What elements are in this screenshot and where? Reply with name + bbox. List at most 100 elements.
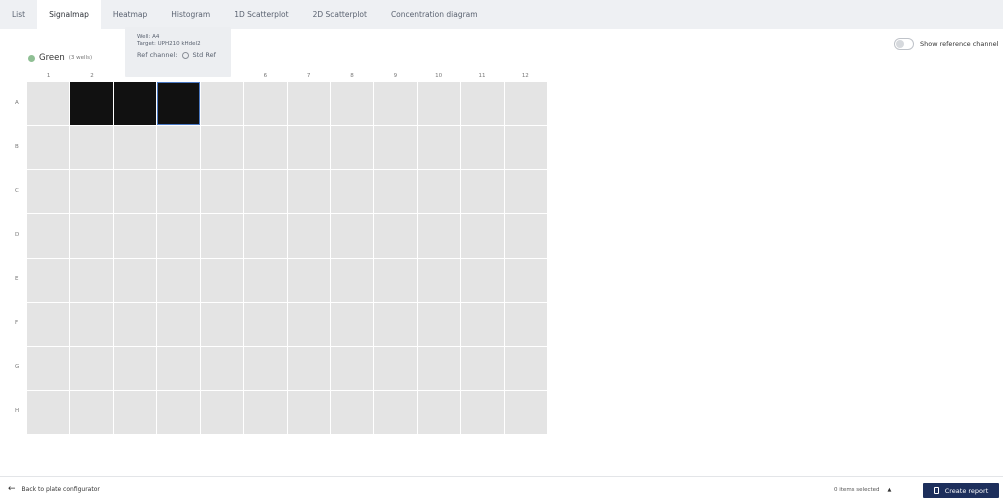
well-G10[interactable] (417, 346, 461, 390)
tab-2d-scatterplot[interactable]: 2D Scatterplot (301, 0, 379, 29)
well-B5[interactable] (200, 126, 244, 170)
well-H2[interactable] (70, 390, 113, 434)
well-B12[interactable] (504, 126, 547, 170)
well-H11[interactable] (461, 390, 504, 434)
tab-1d-scatterplot[interactable]: 1D Scatterplot (222, 0, 300, 29)
well-F5[interactable] (200, 302, 244, 346)
well-F4[interactable] (157, 302, 200, 346)
well-A12[interactable] (504, 82, 547, 126)
well-F6[interactable] (244, 302, 287, 346)
well-C9[interactable] (374, 170, 417, 214)
well-C6[interactable] (244, 170, 287, 214)
well-D10[interactable] (417, 214, 461, 258)
well-D3[interactable] (113, 214, 157, 258)
well-H1[interactable] (27, 390, 70, 434)
well-F9[interactable] (374, 302, 417, 346)
well-B6[interactable] (244, 126, 287, 170)
well-C8[interactable] (330, 170, 374, 214)
toggle-switch[interactable] (894, 38, 914, 50)
well-D6[interactable] (244, 214, 287, 258)
well-G3[interactable] (113, 346, 157, 390)
well-F12[interactable] (504, 302, 547, 346)
well-B7[interactable] (287, 126, 330, 170)
well-E5[interactable] (200, 258, 244, 302)
well-D5[interactable] (200, 214, 244, 258)
well-A11[interactable] (461, 82, 504, 126)
well-C12[interactable] (504, 170, 547, 214)
well-E6[interactable] (244, 258, 287, 302)
well-A5[interactable] (200, 82, 244, 126)
well-C10[interactable] (417, 170, 461, 214)
well-C5[interactable] (200, 170, 244, 214)
well-A7[interactable] (287, 82, 330, 126)
well-B4[interactable] (157, 126, 200, 170)
well-D9[interactable] (374, 214, 417, 258)
well-H3[interactable] (113, 390, 157, 434)
well-H6[interactable] (244, 390, 287, 434)
well-G6[interactable] (244, 346, 287, 390)
well-E11[interactable] (461, 258, 504, 302)
well-D2[interactable] (70, 214, 113, 258)
well-E9[interactable] (374, 258, 417, 302)
well-B1[interactable] (27, 126, 70, 170)
reference-channel-toggle[interactable]: Show reference channel (894, 38, 998, 50)
well-C1[interactable] (27, 170, 70, 214)
well-A3[interactable] (113, 82, 157, 126)
well-F10[interactable] (417, 302, 461, 346)
well-C3[interactable] (113, 170, 157, 214)
well-G7[interactable] (287, 346, 330, 390)
well-G4[interactable] (157, 346, 200, 390)
tab-concentration-diagram[interactable]: Concentration diagram (379, 0, 490, 29)
well-B10[interactable] (417, 126, 461, 170)
well-E10[interactable] (417, 258, 461, 302)
tab-histogram[interactable]: Histogram (159, 0, 222, 29)
well-C7[interactable] (287, 170, 330, 214)
create-report-button[interactable]: Create report (923, 483, 999, 498)
back-button[interactable]: ← Back to plate configurator (8, 485, 100, 494)
well-H12[interactable] (504, 390, 547, 434)
well-D4[interactable] (157, 214, 200, 258)
well-E4[interactable] (157, 258, 200, 302)
well-E12[interactable] (504, 258, 547, 302)
well-C4[interactable] (157, 170, 200, 214)
well-H10[interactable] (417, 390, 461, 434)
tab-heatmap[interactable]: Heatmap (101, 0, 159, 29)
well-C11[interactable] (461, 170, 504, 214)
well-G2[interactable] (70, 346, 113, 390)
well-E8[interactable] (330, 258, 374, 302)
well-D8[interactable] (330, 214, 374, 258)
selection-dropdown[interactable]: 0 items selected ▲ (834, 487, 891, 493)
well-H7[interactable] (287, 390, 330, 434)
well-B2[interactable] (70, 126, 113, 170)
well-A1[interactable] (27, 82, 70, 126)
well-F2[interactable] (70, 302, 113, 346)
well-F7[interactable] (287, 302, 330, 346)
well-A6[interactable] (244, 82, 287, 126)
well-A10[interactable] (417, 82, 461, 126)
well-F3[interactable] (113, 302, 157, 346)
well-G8[interactable] (330, 346, 374, 390)
well-A4[interactable] (157, 82, 200, 126)
well-D12[interactable] (504, 214, 547, 258)
well-G11[interactable] (461, 346, 504, 390)
well-E2[interactable] (70, 258, 113, 302)
well-B3[interactable] (113, 126, 157, 170)
well-E3[interactable] (113, 258, 157, 302)
well-E7[interactable] (287, 258, 330, 302)
well-A8[interactable] (330, 82, 374, 126)
well-C2[interactable] (70, 170, 113, 214)
well-D7[interactable] (287, 214, 330, 258)
well-H8[interactable] (330, 390, 374, 434)
well-A9[interactable] (374, 82, 417, 126)
tab-signalmap[interactable]: Signalmap (37, 0, 101, 29)
well-F1[interactable] (27, 302, 70, 346)
well-H5[interactable] (200, 390, 244, 434)
well-G9[interactable] (374, 346, 417, 390)
well-F8[interactable] (330, 302, 374, 346)
well-A2[interactable] (70, 82, 113, 126)
well-H4[interactable] (157, 390, 200, 434)
ref-radio-icon[interactable] (181, 51, 189, 59)
well-D1[interactable] (27, 214, 70, 258)
well-G5[interactable] (200, 346, 244, 390)
well-E1[interactable] (27, 258, 70, 302)
